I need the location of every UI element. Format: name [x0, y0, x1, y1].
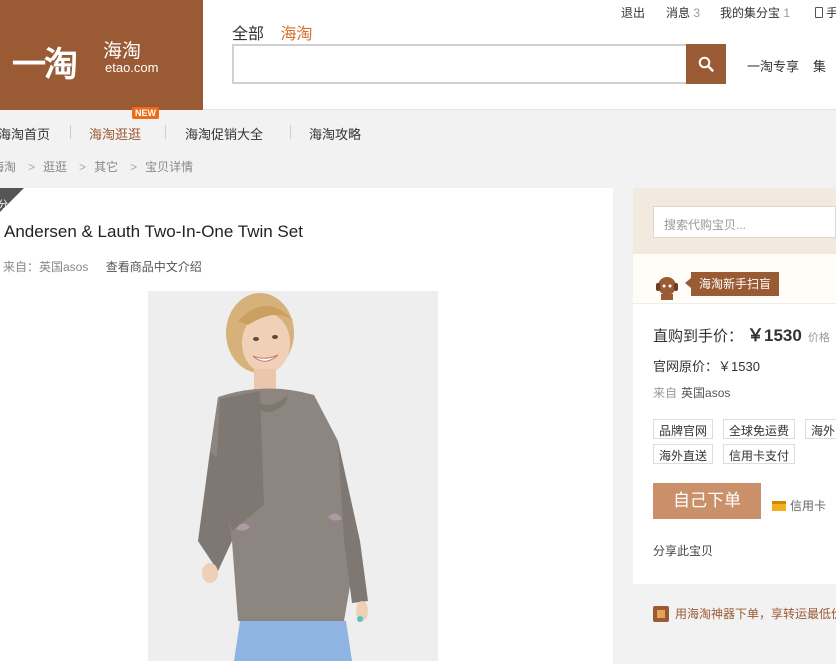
suitcase-icon — [653, 606, 669, 622]
breadcrumb-separator: > — [28, 160, 36, 174]
scope-haitao[interactable]: 海淘 — [280, 26, 312, 43]
logo-mark: 一淘 — [12, 45, 78, 85]
breadcrumb-haitao[interactable]: 海淘 — [0, 160, 16, 174]
exclusive-link[interactable]: 一淘专享 — [747, 59, 799, 74]
tag-overseas: 海外 — [805, 419, 836, 439]
search-button[interactable] — [686, 44, 726, 84]
nav-divider — [70, 125, 71, 139]
search-input[interactable] — [232, 44, 688, 84]
my-treasure-count: 1 — [783, 6, 790, 20]
nav-divider — [290, 125, 291, 139]
share-link[interactable]: 分享此宝贝 — [653, 542, 713, 559]
direct-price: 直购到手价： ￥1530 价格 — [653, 321, 830, 346]
origin-label: 来自 — [653, 386, 678, 400]
promo-banner[interactable]: 用海淘神器下单，享转运最低价 — [653, 605, 836, 622]
credit-card-icon — [772, 501, 786, 511]
origin-info: 来自 英国asos — [653, 384, 730, 401]
direct-price-label: 直购到手价： — [653, 328, 744, 345]
search-icon — [698, 56, 714, 72]
nav-guide[interactable]: 海淘攻略 — [309, 124, 361, 143]
price-more: 价格 — [807, 332, 830, 344]
logo-haitao: 海淘 — [103, 41, 142, 62]
tag-direct-ship: 海外直送 — [653, 444, 714, 464]
tag-credit-card: 信用卡支付 — [723, 444, 796, 464]
breadcrumb-other[interactable]: 其它 — [94, 160, 118, 174]
collect-link[interactable]: 集 — [813, 59, 826, 74]
product-photo-illustration — [148, 291, 438, 661]
my-treasure-link[interactable]: 我的集分宝 1 — [720, 4, 790, 21]
mobile-link[interactable]: 手 — [814, 4, 836, 21]
cn-intro-link[interactable]: 查看商品中文介绍 — [106, 260, 202, 274]
tag-brand-site: 品牌官网 — [653, 419, 714, 439]
breadcrumb-separator: > — [79, 160, 87, 174]
mobile-label: 手 — [825, 6, 836, 20]
breadcrumb-browse[interactable]: 逛逛 — [43, 160, 67, 174]
etao-logo[interactable]: 一淘 海淘 etao.com — [0, 0, 203, 110]
original-price: 官网原价：￥1530 — [653, 359, 760, 374]
product-source: 来自：英国asos — [3, 260, 89, 274]
breadcrumb: 海淘 > 逛逛 > 其它 > 宝贝详情 — [0, 158, 197, 175]
logo-domain: etao.com — [105, 60, 159, 75]
origin-value: 英国asos — [681, 386, 731, 400]
messages-link[interactable]: 消息 3 — [666, 4, 700, 21]
nav-divider — [165, 125, 166, 139]
breadcrumb-current: 宝贝详情 — [145, 160, 194, 174]
credit-card-info: 信用卡 — [772, 497, 826, 514]
buy-button[interactable]: 自己下单 — [653, 483, 761, 519]
promo-text: 用海淘神器下单，享转运最低价 — [675, 607, 836, 621]
scope-all[interactable]: 全部 — [232, 26, 264, 43]
sidebar-search-area: 搜索代购宝贝... — [633, 188, 836, 254]
new-badge: NEW — [132, 107, 159, 119]
logout-link[interactable]: 退出 — [621, 4, 645, 21]
newbie-guide-link[interactable]: 海淘新手扫盲 — [684, 272, 780, 296]
mascot-icon — [656, 277, 678, 300]
nav-promotions[interactable]: 海淘促销大全 — [185, 124, 263, 143]
product-image[interactable] — [148, 291, 438, 661]
direct-price-value: ￥1530 — [747, 326, 802, 345]
newbie-guide-row: 海淘新手扫盲 — [633, 254, 836, 304]
credit-card-label: 信用卡 — [790, 499, 827, 513]
nav-haitao-home[interactable]: 海淘首页 — [0, 124, 50, 143]
search-scope: 全部 海淘 — [232, 20, 312, 44]
main-nav: 海淘首页 海淘逛逛 海淘促销大全 海淘攻略 — [0, 111, 836, 153]
messages-count: 3 — [693, 6, 700, 20]
header: 一淘 海淘 etao.com 退出 消息 3 我的集分宝 1 手 全部 海淘 一… — [0, 0, 836, 110]
breadcrumb-separator: > — [130, 160, 138, 174]
my-treasure-label: 我的集分宝 — [719, 6, 780, 20]
tag-free-shipping: 全球免运费 — [723, 419, 796, 439]
nav-haitao-browse[interactable]: 海淘逛逛 — [89, 124, 141, 143]
sidebar-search-input[interactable]: 搜索代购宝贝... — [653, 206, 836, 238]
corner-label: 分 — [0, 200, 8, 211]
product-panel: 分 Andersen & Lauth Two-In-One Twin Set 来… — [0, 188, 613, 664]
messages-label: 消息 — [665, 6, 690, 20]
header-links: 一淘专享集 — [747, 56, 826, 75]
product-title: Andersen & Lauth Two-In-One Twin Set — [4, 222, 303, 241]
purchase-sidebar: 搜索代购宝贝... 海淘新手扫盲 直购到手价： ￥1530 价格 官网原价：￥153… — [633, 188, 836, 584]
product-meta: 来自：英国asos 查看商品中文介绍 — [3, 258, 202, 275]
mobile-icon — [814, 7, 823, 18]
